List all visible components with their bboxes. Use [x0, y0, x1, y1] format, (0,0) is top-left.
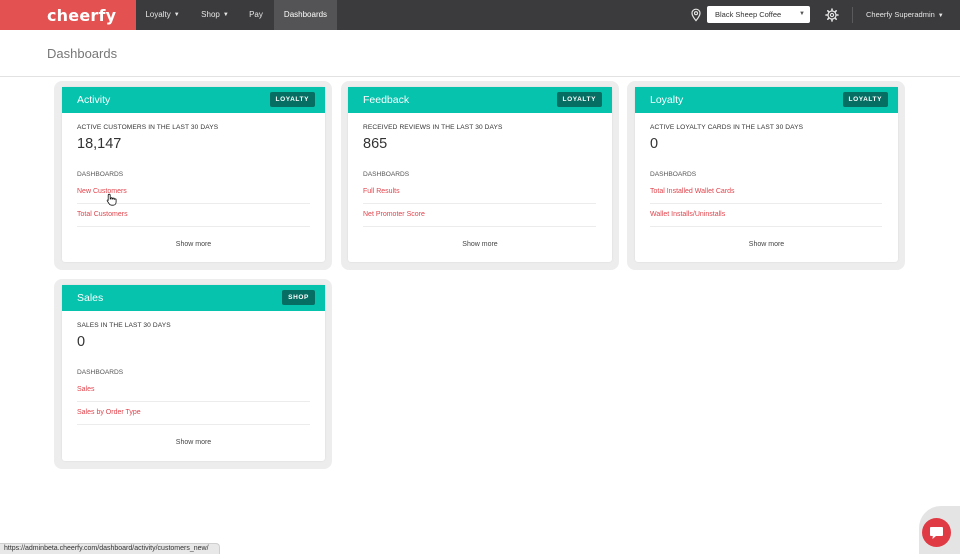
link-divider [363, 203, 596, 204]
dashboard-card-sales: Sales SHOP SALES IN THE LAST 30 DAYS 0 D… [62, 285, 325, 461]
card-tag: LOYALTY [556, 92, 602, 107]
header-divider [0, 76, 960, 77]
link-divider [77, 424, 310, 425]
gear-icon[interactable] [825, 8, 839, 22]
dashboard-card-activity: Activity LOYALTY ACTIVE CUSTOMERS IN THE… [62, 87, 325, 262]
top-navbar: cheerfy Loyalty ▼ Shop ▼ Pay Dashboards Bl… [0, 0, 960, 30]
status-bar-url: https://adminbeta.cheerfy.com/dashboard/… [0, 543, 220, 554]
dashboard-link-sales-by-order-type[interactable]: Sales by Order Type [77, 409, 141, 416]
dashboard-link-net-promoter-score[interactable]: Net Promoter Score [363, 211, 425, 218]
brand-text: cheerfy [47, 6, 117, 25]
dashboards-label: DASHBOARDS [650, 171, 697, 178]
metric-value: 0 [650, 136, 659, 152]
dashboards-label: DASHBOARDS [77, 171, 124, 178]
nav-item-label: Loyalty [145, 10, 171, 19]
card-tag: SHOP [282, 290, 315, 305]
nav-item-label: Shop [201, 10, 220, 19]
card-title: Activity [77, 94, 111, 106]
hand-cursor-icon [106, 193, 117, 206]
card-title: Feedback [363, 94, 410, 106]
card-tag: LOYALTY [269, 92, 315, 107]
nav-item-shop[interactable]: Shop ▼ [192, 0, 238, 30]
metric-label: RECEIVED REVIEWS IN THE LAST 30 DAYS [363, 124, 503, 131]
nav-item-label: Pay [249, 10, 263, 19]
dashboard-link-full-results[interactable]: Full Results [363, 188, 400, 195]
user-menu[interactable]: Cheerfy Superadmin ▼ [866, 0, 944, 30]
page-title: Dashboards [47, 46, 118, 61]
metric-value: 865 [363, 136, 388, 152]
chevron-down-icon: ▼ [173, 12, 180, 18]
card-tag: LOYALTY [842, 92, 888, 107]
nav-item-pay[interactable]: Pay [243, 0, 269, 30]
link-divider [650, 226, 882, 227]
dashboards-label: DASHBOARDS [363, 171, 410, 178]
metric-label: SALES IN THE LAST 30 DAYS [77, 322, 171, 329]
show-more-link[interactable]: Show more [635, 241, 898, 248]
metric-label: ACTIVE CUSTOMERS IN THE LAST 30 DAYS [77, 124, 219, 131]
chat-bubble-icon [930, 527, 943, 539]
link-divider [77, 401, 310, 402]
link-divider [650, 203, 882, 204]
nav-divider [852, 7, 853, 23]
metric-value: 18,147 [77, 136, 122, 152]
dashboard-link-new-customers[interactable]: New Customers [77, 188, 127, 195]
chevron-down-icon: ▼ [222, 12, 229, 18]
nav-item-loyalty[interactable]: Loyalty ▼ [136, 0, 189, 30]
show-more-link[interactable]: Show more [62, 439, 325, 446]
metric-value: 0 [77, 334, 86, 350]
show-more-link[interactable]: Show more [348, 241, 612, 248]
nav-item-dashboards[interactable]: Dashboards [274, 0, 337, 30]
dashboard-link-wallet-installs-uninstalls[interactable]: Wallet Installs/Uninstalls [650, 211, 725, 218]
link-divider [363, 226, 596, 227]
dashboard-link-total-installed-wallet-cards[interactable]: Total Installed Wallet Cards [650, 188, 735, 195]
card-header: Activity LOYALTY [62, 87, 325, 113]
link-divider [77, 226, 310, 227]
chevron-down-icon: ▼ [937, 13, 944, 19]
brand-logo[interactable]: cheerfy [0, 0, 136, 30]
venue-select[interactable]: Black Sheep Coffee ▼ [707, 6, 810, 23]
card-header: Sales SHOP [62, 285, 325, 311]
nav-item-label: Dashboards [283, 10, 328, 19]
chevron-down-icon: ▼ [799, 11, 805, 17]
dashboard-link-total-customers[interactable]: Total Customers [77, 211, 128, 218]
card-header: Feedback LOYALTY [348, 87, 612, 113]
show-more-link[interactable]: Show more [62, 241, 325, 248]
dashboards-label: DASHBOARDS [77, 369, 124, 376]
dashboard-card-feedback: Feedback LOYALTY RECEIVED REVIEWS IN THE… [348, 87, 612, 262]
dashboard-link-sales[interactable]: Sales [77, 386, 95, 393]
dashboard-card-loyalty: Loyalty LOYALTY ACTIVE LOYALTY CARDS IN … [635, 87, 898, 262]
user-menu-label: Cheerfy Superadmin [866, 10, 935, 19]
chat-button[interactable] [922, 518, 951, 547]
metric-label: ACTIVE LOYALTY CARDS IN THE LAST 30 DAYS [650, 124, 804, 131]
venue-select-value: Black Sheep Coffee [715, 10, 782, 19]
card-title: Sales [77, 292, 104, 304]
map-pin-icon [691, 8, 701, 22]
card-title: Loyalty [650, 94, 684, 106]
card-header: Loyalty LOYALTY [635, 87, 898, 113]
